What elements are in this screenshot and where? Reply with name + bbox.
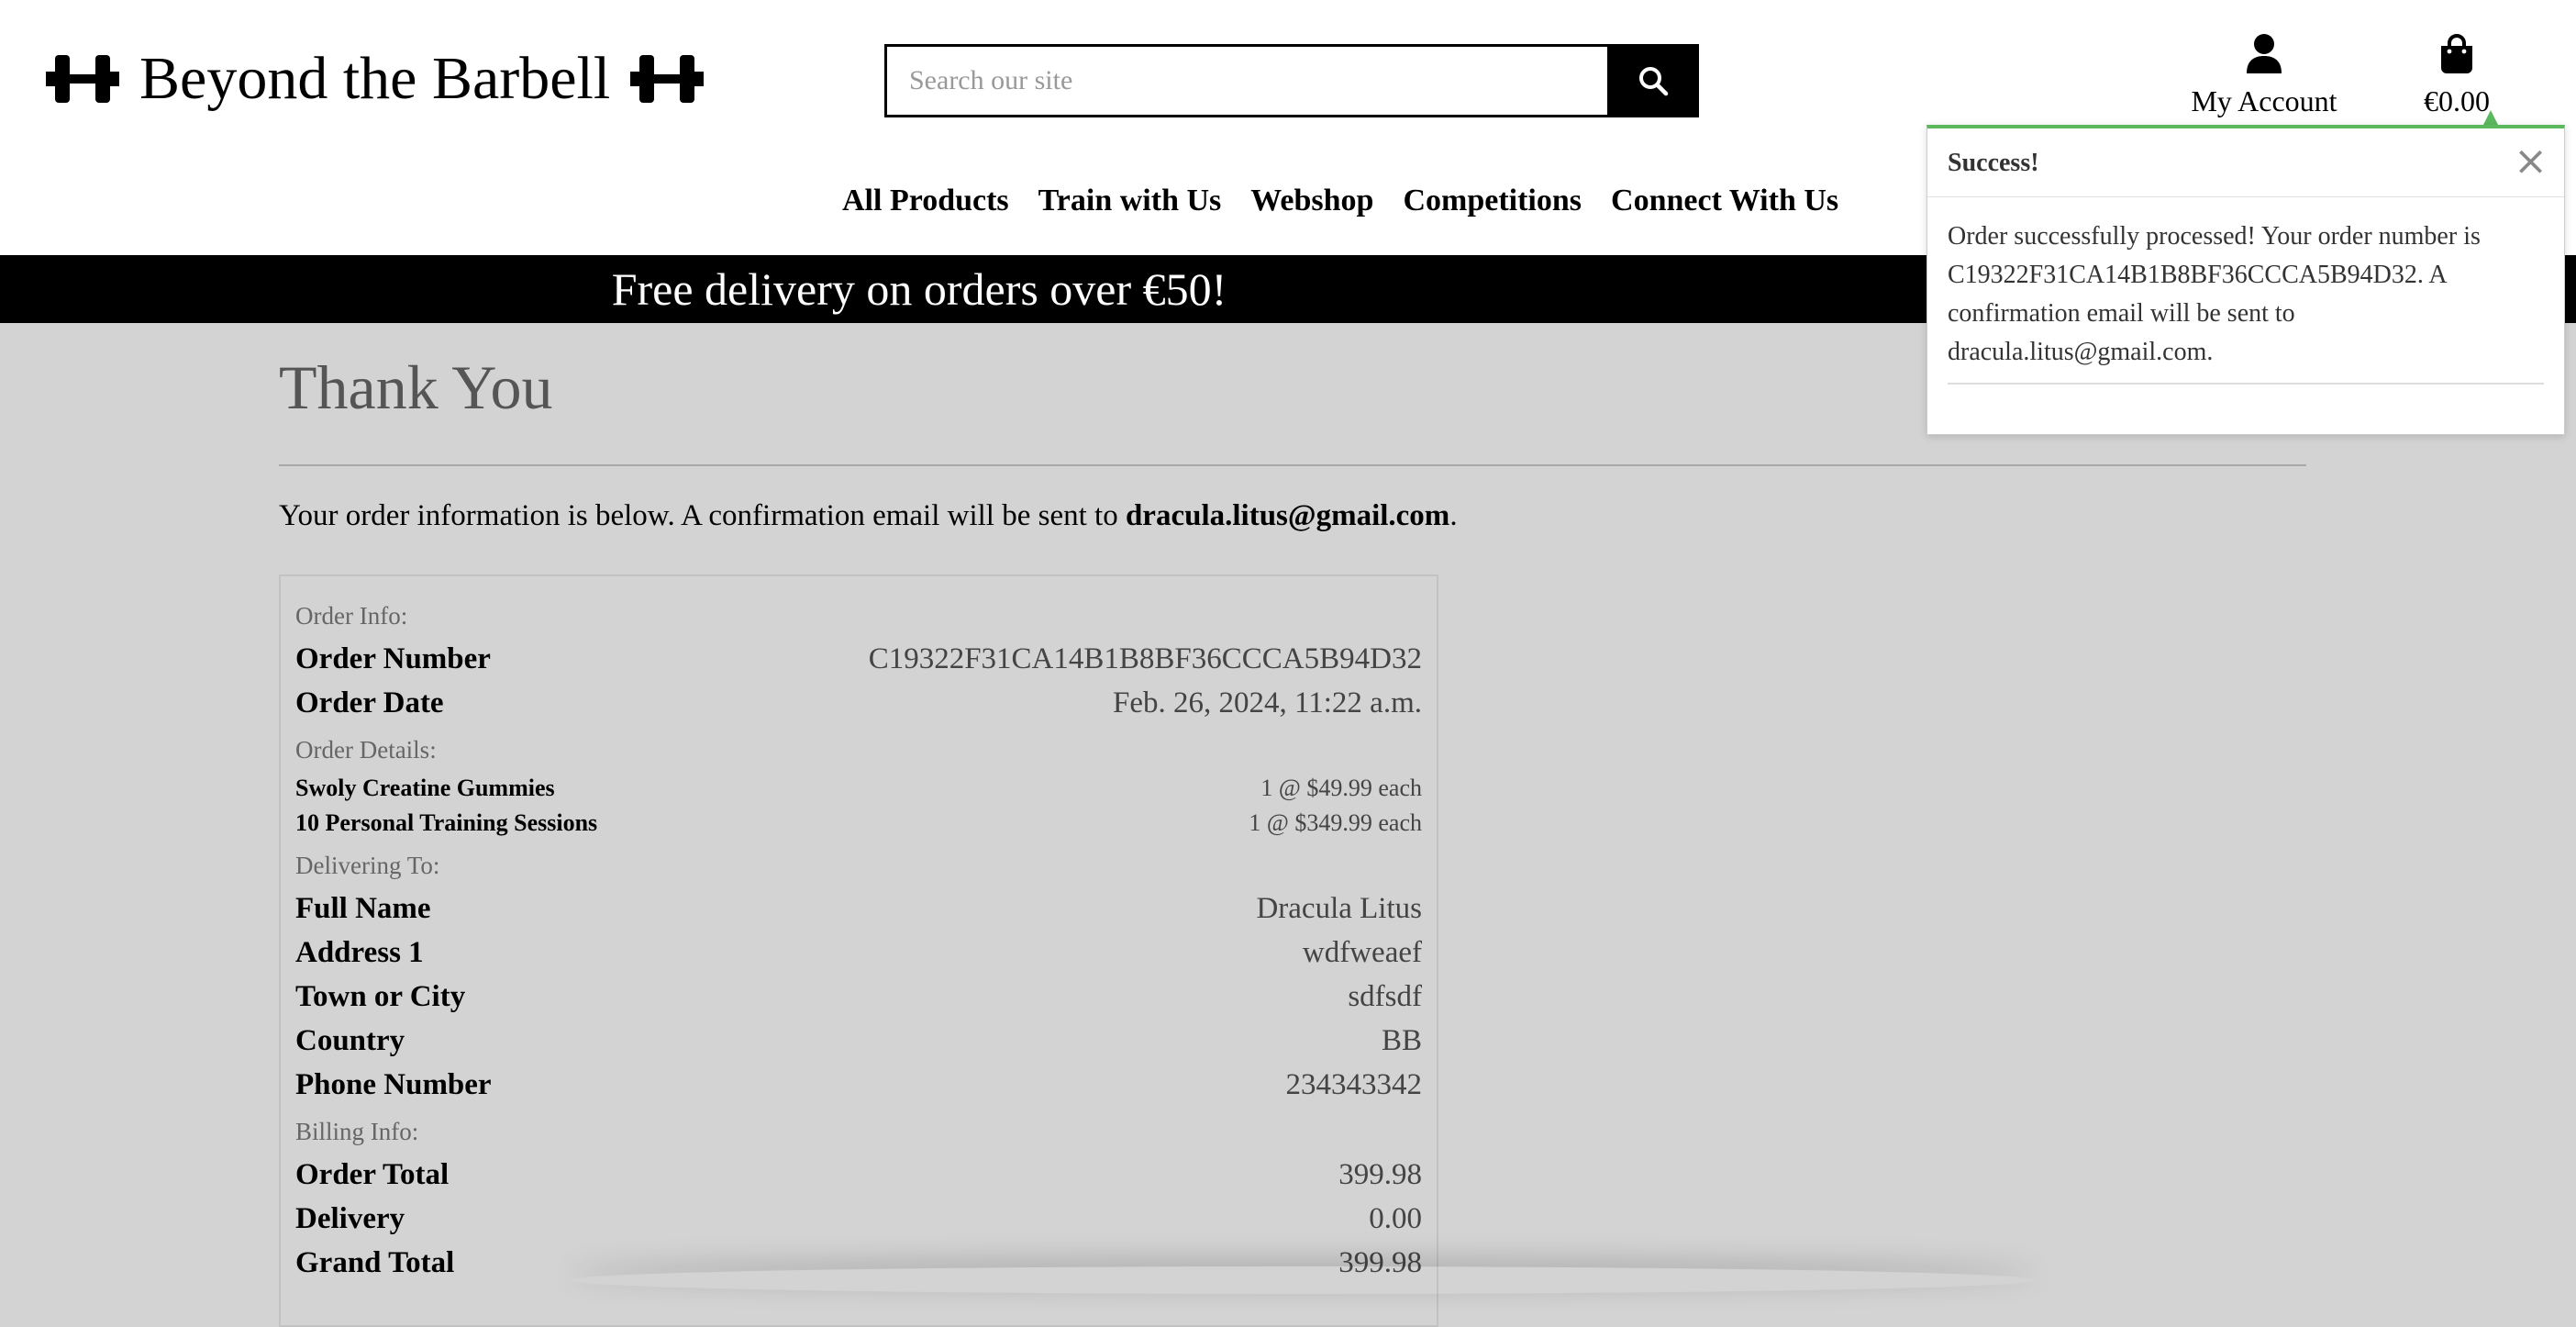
- user-icon: [2247, 34, 2282, 73]
- billing-row: Delivery 0.00: [295, 1197, 1422, 1241]
- dumbbell-icon: [630, 55, 705, 103]
- phone-value: 234343342: [1285, 1068, 1423, 1101]
- line-item-name: Swoly Creatine Gummies: [295, 775, 555, 801]
- nav-item-connect-with-us[interactable]: Connect With Us: [1611, 184, 1838, 218]
- delivery-banner-text: Free delivery on orders over €50!: [611, 263, 1227, 315]
- country-label: Country: [295, 1024, 405, 1057]
- close-icon[interactable]: ×: [2514, 141, 2548, 182]
- site-logo[interactable]: Beyond the Barbell: [46, 42, 705, 116]
- address-1-label: Address 1: [295, 936, 424, 969]
- line-item-name: 10 Personal Training Sessions: [295, 809, 598, 836]
- delivery-row: Town or City sdfsdf: [295, 975, 1422, 1019]
- delivery-row: Full Name Dracula Litus: [295, 887, 1422, 931]
- order-number-row: Order Number C19322F31CA14B1B8BF36CCCA5B…: [295, 637, 1422, 681]
- bottom-shadow: [569, 1266, 2037, 1294]
- delivery-row: Phone Number 234343342: [295, 1063, 1422, 1107]
- delivering-to-label: Delivering To:: [295, 852, 440, 879]
- order-date-row: Order Date Feb. 26, 2024, 11:22 a.m.: [295, 681, 1422, 725]
- grand-total-label: Grand Total: [295, 1246, 455, 1279]
- order-total-value: 399.98: [1338, 1158, 1422, 1191]
- title-divider: [279, 464, 2306, 466]
- order-number-label: Order Number: [295, 642, 491, 675]
- main-nav: All Products Train with Us Webshop Compe…: [842, 184, 1838, 218]
- order-total-label: Order Total: [295, 1158, 450, 1191]
- order-number-value: C19322F31CA14B1B8BF36CCCA5B94D32: [868, 642, 1422, 675]
- billing-row: Order Total 399.98: [295, 1153, 1422, 1197]
- delivery-cost-label: Delivery: [295, 1202, 405, 1235]
- order-info-label: Order Info:: [295, 602, 408, 630]
- billing-info-label: Billing Info:: [295, 1118, 419, 1145]
- full-name-value: Dracula Litus: [1256, 892, 1422, 925]
- order-line-item: Swoly Creatine Gummies 1 @ $49.99 each: [295, 771, 1422, 806]
- search-input[interactable]: [884, 44, 1607, 117]
- delivery-row: Address 1 wdfweaef: [295, 931, 1422, 975]
- dumbbell-icon: [46, 55, 119, 103]
- address-1-value: wdfweaef: [1302, 936, 1422, 969]
- order-date-value: Feb. 26, 2024, 11:22 a.m.: [1112, 686, 1422, 719]
- intro-email: dracula.litus@gmail.com: [1125, 499, 1450, 532]
- my-account-label: My Account: [2191, 84, 2337, 117]
- nav-item-all-products[interactable]: All Products: [842, 184, 1009, 218]
- toast-header: Success! ×: [1927, 128, 2564, 197]
- order-line-item: 10 Personal Training Sessions 1 @ $349.9…: [295, 806, 1422, 841]
- nav-item-webshop[interactable]: Webshop: [1250, 184, 1373, 218]
- success-toast: Success! × Order successfully processed!…: [1926, 125, 2565, 435]
- nav-item-competitions[interactable]: Competitions: [1403, 184, 1582, 218]
- town-label: Town or City: [295, 980, 466, 1013]
- country-value: BB: [1381, 1024, 1422, 1057]
- toast-title: Success!: [1948, 149, 2039, 177]
- search-form: [884, 44, 1699, 117]
- town-value: sdfsdf: [1348, 980, 1422, 1013]
- toast-message: Order successfully processed! Your order…: [1948, 222, 2481, 366]
- intro-suffix: .: [1449, 499, 1458, 532]
- delivery-row: Country BB: [295, 1019, 1422, 1063]
- intro-text: Your order information is below. A confi…: [279, 499, 1126, 532]
- order-date-label: Order Date: [295, 686, 444, 719]
- line-item-qty-price: 1 @ $349.99 each: [1249, 809, 1422, 836]
- search-button[interactable]: [1607, 44, 1699, 117]
- nav-item-train-with-us[interactable]: Train with Us: [1038, 184, 1222, 218]
- phone-label: Phone Number: [295, 1068, 492, 1101]
- full-name-label: Full Name: [295, 892, 431, 925]
- my-account-link[interactable]: My Account: [2183, 33, 2345, 118]
- delivery-cost-value: 0.00: [1369, 1202, 1422, 1235]
- line-item-qty-price: 1 @ $49.99 each: [1260, 775, 1422, 801]
- cart-link[interactable]: €0.00: [2409, 33, 2504, 118]
- logo-text: Beyond the Barbell: [139, 45, 611, 112]
- shopping-bag-icon: [2441, 34, 2472, 73]
- order-details-label: Order Details:: [295, 736, 437, 764]
- order-summary: Order Info: Order Number C19322F31CA14B1…: [279, 574, 1438, 1327]
- search-icon: [1639, 67, 1669, 96]
- confirmation-intro: Your order information is below. A confi…: [279, 499, 2306, 533]
- toast-divider: [1948, 383, 2544, 385]
